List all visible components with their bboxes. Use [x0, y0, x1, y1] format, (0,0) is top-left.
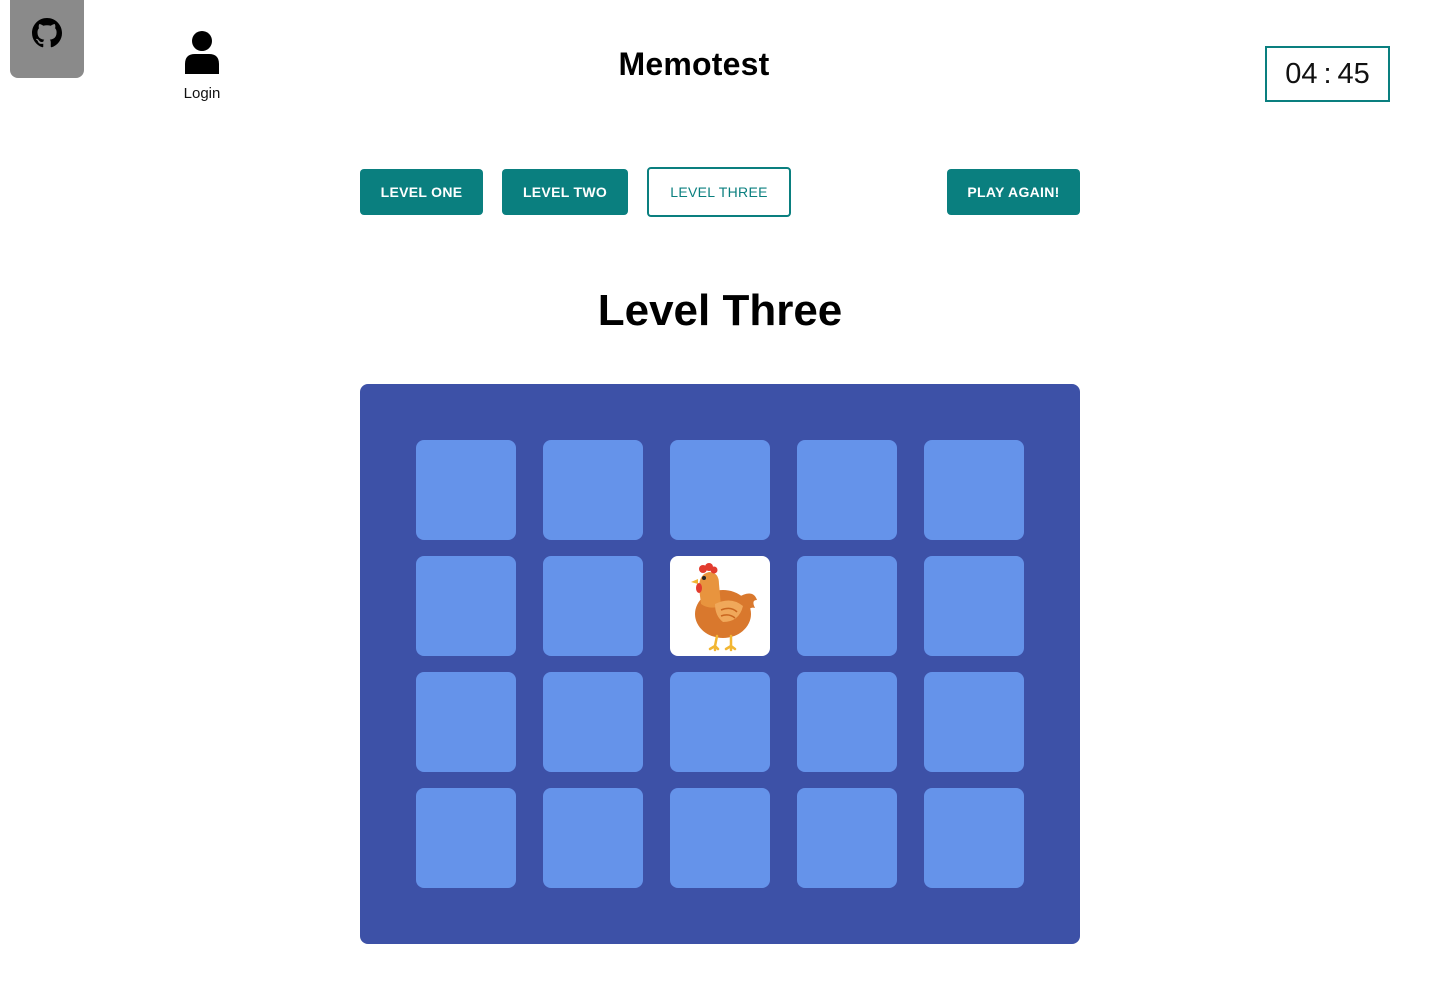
memory-card-r2-c2[interactable] [543, 556, 643, 656]
memory-card-r4-c5[interactable] [924, 788, 1024, 888]
memotest-page: Login Memotest 04 : 45 LEVEL ONE LEVEL T… [0, 0, 1440, 992]
memory-card-r1-c3[interactable] [670, 440, 770, 540]
memory-card-r2-c5[interactable] [924, 556, 1024, 656]
login-label: Login [183, 85, 221, 102]
memory-card-r3-c3[interactable] [670, 672, 770, 772]
memory-card-r1-c1[interactable] [416, 440, 516, 540]
memory-card-r3-c4[interactable] [797, 672, 897, 772]
memory-card-r4-c2[interactable] [543, 788, 643, 888]
timer-minutes: 04 [1285, 57, 1318, 90]
level-three-button[interactable]: LEVEL THREE [647, 167, 791, 217]
memory-card-r4-c1[interactable] [416, 788, 516, 888]
app-title: Memotest [618, 46, 770, 82]
memory-card-r3-c1[interactable] [416, 672, 516, 772]
memory-card-r1-c5[interactable] [924, 440, 1024, 540]
level-two-button[interactable]: LEVEL TWO [502, 169, 628, 215]
card-grid [416, 440, 1024, 888]
memory-card-r3-c2[interactable] [543, 672, 643, 772]
level-one-button[interactable]: LEVEL ONE [360, 169, 483, 215]
timer-separator: : [1323, 57, 1332, 90]
memory-card-r1-c2[interactable] [543, 440, 643, 540]
memory-card-r4-c3[interactable] [670, 788, 770, 888]
memory-card-r2-c1[interactable] [416, 556, 516, 656]
memory-card-r3-c5[interactable] [924, 672, 1024, 772]
game-board [360, 384, 1080, 944]
memory-card-r1-c4[interactable] [797, 440, 897, 540]
memory-card-r2-c4[interactable] [797, 556, 897, 656]
memory-card-r4-c4[interactable] [797, 788, 897, 888]
memory-card-r2-c3[interactable] [670, 556, 770, 656]
timer-seconds: 45 [1337, 57, 1370, 90]
countdown-timer: 04 : 45 [1265, 46, 1390, 102]
chicken-icon [691, 563, 757, 652]
play-again-button[interactable]: PLAY AGAIN! [947, 169, 1080, 215]
level-heading: Level Three [597, 286, 843, 335]
